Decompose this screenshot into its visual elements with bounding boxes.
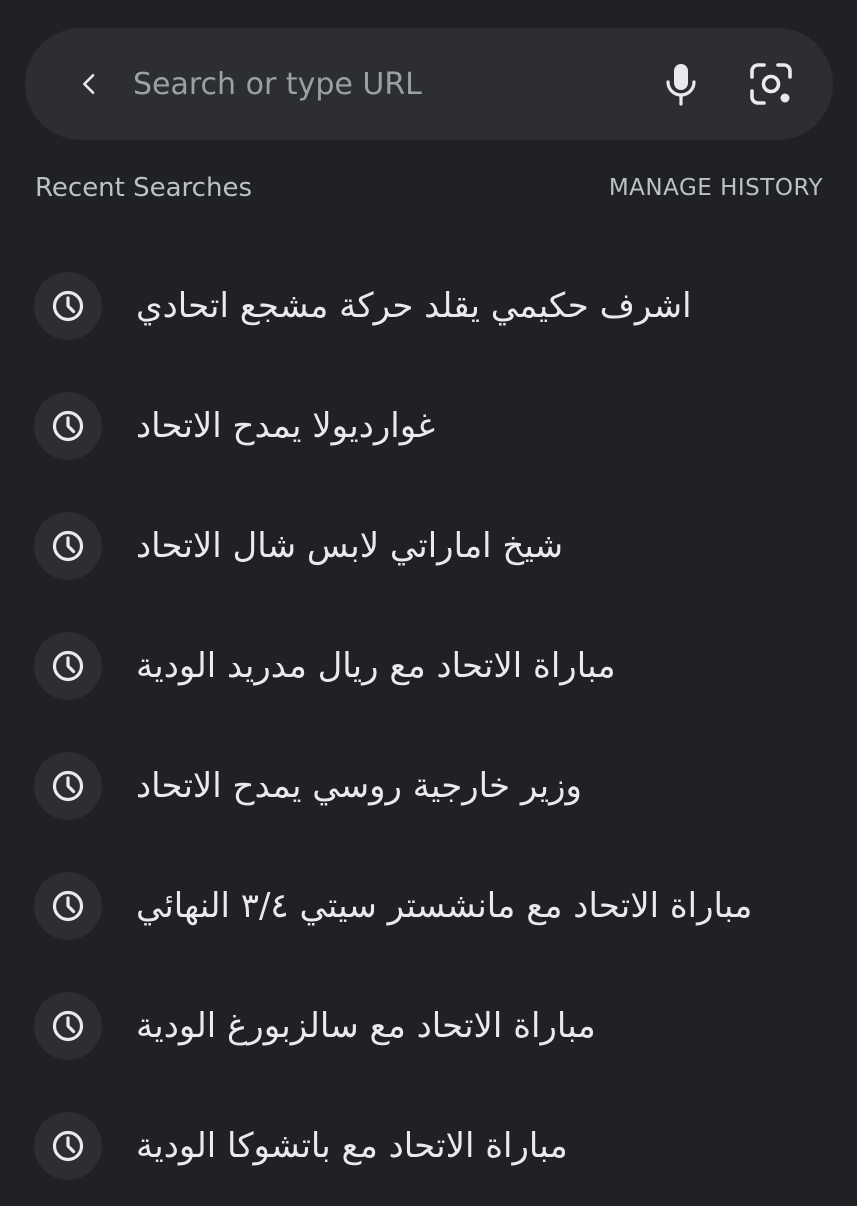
history-icon bbox=[34, 392, 102, 460]
history-list: اشرف حكيمي يقلد حركة مشجع اتحادي غوارديو… bbox=[0, 246, 857, 1206]
history-item[interactable]: اشرف حكيمي يقلد حركة مشجع اتحادي bbox=[0, 246, 857, 366]
history-item[interactable]: شيخ اماراتي لابس شال الاتحاد bbox=[0, 486, 857, 606]
microphone-icon bbox=[666, 64, 696, 106]
history-item[interactable]: مباراة الاتحاد مع باتشوكا الودية bbox=[0, 1086, 857, 1206]
history-item[interactable]: مباراة الاتحاد مع ريال مدريد الودية bbox=[0, 606, 857, 726]
lens-search-button[interactable] bbox=[745, 58, 797, 110]
history-item-text: مباراة الاتحاد مع سالزبورغ الودية bbox=[136, 1006, 596, 1046]
history-icon bbox=[34, 872, 102, 940]
history-icon bbox=[34, 992, 102, 1060]
history-item-text: شيخ اماراتي لابس شال الاتحاد bbox=[136, 526, 564, 566]
history-icon bbox=[34, 752, 102, 820]
search-input[interactable] bbox=[133, 58, 633, 110]
history-item-text: مباراة الاتحاد مع ريال مدريد الودية bbox=[136, 646, 616, 686]
history-item[interactable]: وزير خارجية روسي يمدح الاتحاد bbox=[0, 726, 857, 846]
recent-searches-title: Recent Searches bbox=[35, 173, 252, 203]
history-icon bbox=[34, 1112, 102, 1180]
history-item[interactable]: مباراة الاتحاد مع سالزبورغ الودية bbox=[0, 966, 857, 1086]
chevron-left-icon bbox=[83, 73, 95, 95]
voice-search-button[interactable] bbox=[655, 58, 707, 110]
history-item-text: غوارديولا يمدح الاتحاد bbox=[136, 406, 436, 446]
search-bar bbox=[25, 28, 833, 140]
lens-camera-icon bbox=[750, 63, 792, 105]
history-item-text: وزير خارجية روسي يمدح الاتحاد bbox=[136, 766, 582, 806]
history-item-text: مباراة الاتحاد مع مانشستر سيتي ٣/٤ النها… bbox=[136, 886, 753, 926]
back-button[interactable] bbox=[65, 60, 113, 108]
recent-searches-header: Recent Searches MANAGE HISTORY bbox=[35, 168, 823, 208]
history-item-text: اشرف حكيمي يقلد حركة مشجع اتحادي bbox=[136, 286, 692, 326]
history-icon bbox=[34, 512, 102, 580]
history-icon bbox=[34, 632, 102, 700]
history-item[interactable]: مباراة الاتحاد مع مانشستر سيتي ٣/٤ النها… bbox=[0, 846, 857, 966]
history-icon bbox=[34, 272, 102, 340]
manage-history-button[interactable]: MANAGE HISTORY bbox=[609, 168, 823, 208]
history-item[interactable]: غوارديولا يمدح الاتحاد bbox=[0, 366, 857, 486]
history-item-text: مباراة الاتحاد مع باتشوكا الودية bbox=[136, 1126, 568, 1166]
